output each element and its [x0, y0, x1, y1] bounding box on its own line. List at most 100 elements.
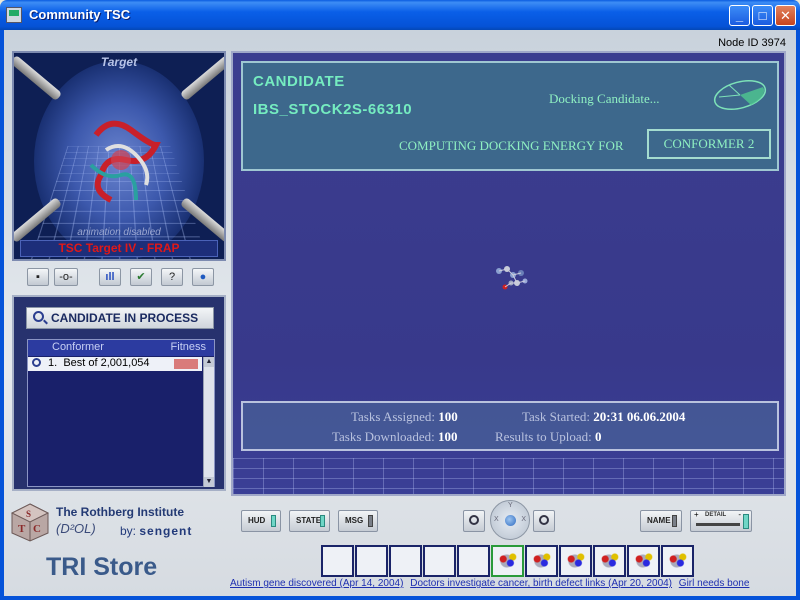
- list-scrollbar[interactable]: ▲ ▼: [203, 357, 214, 487]
- molecule-thumbnail: [564, 551, 588, 571]
- detail-slider[interactable]: + DETAIL -: [690, 510, 752, 532]
- zoom-in-button[interactable]: [463, 510, 485, 532]
- computing-label: COMPUTING DOCKING ENERGY FOR: [399, 138, 624, 153]
- scroll-down-icon[interactable]: ▼: [204, 477, 214, 487]
- svg-text:S: S: [26, 509, 31, 519]
- list-item[interactable]: 1. Best of 2,001,054: [28, 357, 202, 371]
- stats-button[interactable]: ıll: [99, 268, 121, 286]
- state-toggle[interactable]: STATE: [289, 510, 330, 532]
- title-bar: Community TSC _ □ ✕: [0, 0, 800, 30]
- name-led-icon: [672, 515, 677, 527]
- hud-led-icon: [271, 515, 276, 527]
- thumbnail-slot[interactable]: [525, 545, 558, 577]
- news-ticker: Autism gene discovered (Apr 14, 2004) Do…: [230, 578, 790, 589]
- target-name: TSC Target IV - FRAP: [20, 240, 218, 257]
- maximize-button[interactable]: □: [752, 5, 773, 26]
- row-rank: 1.: [48, 357, 58, 369]
- tasks-downloaded-label: Tasks Downloaded:: [332, 429, 435, 444]
- tasks-assigned-value: 100: [438, 409, 458, 424]
- msg-led-icon: [368, 515, 373, 527]
- animation-note: animation disabled: [77, 227, 161, 238]
- zoom-out-button[interactable]: [533, 510, 555, 532]
- navigation-ball[interactable]: Y X X: [490, 500, 530, 540]
- svg-text:T: T: [18, 523, 26, 535]
- conformer-box: CONFORMER 2: [647, 129, 771, 159]
- target-panel: Target animation disabled TSC Target IV …: [12, 51, 226, 261]
- task-started-label: Task Started:: [522, 409, 591, 424]
- docking-viewport[interactable]: CANDIDATE IBS_STOCK2S-66310 Docking Cand…: [231, 51, 786, 496]
- thumbnail-slot[interactable]: [593, 545, 626, 577]
- close-button[interactable]: ✕: [775, 5, 796, 26]
- msg-toggle[interactable]: MSG: [338, 510, 378, 532]
- d2ol-label: (D²OL): [56, 521, 96, 536]
- thumbnail-slot[interactable]: [355, 545, 388, 577]
- sengent-logo: sengent: [139, 524, 193, 538]
- conformer-list-header: Conformer Fitness: [28, 340, 214, 356]
- state-toggle-label: STATE: [296, 516, 322, 525]
- news-link[interactable]: Doctors investigate cancer, birth defect…: [410, 578, 672, 589]
- candidate-panel-title: CANDIDATE IN PROCESS: [51, 311, 199, 325]
- thumbnail-slot[interactable]: [559, 545, 592, 577]
- name-toggle-label: NAME: [647, 516, 671, 525]
- thumbnail-slot[interactable]: [457, 545, 490, 577]
- stop-button[interactable]: ▪: [27, 268, 49, 286]
- task-stats-hud: Tasks Assigned: 100 Tasks Downloaded: 10…: [241, 401, 779, 451]
- stats-icon: ıll: [105, 271, 115, 283]
- thumbnail-slot[interactable]: [423, 545, 456, 577]
- molecule-thumbnail: [530, 551, 554, 571]
- thumbnail-slot-active[interactable]: [491, 545, 524, 577]
- candidate-molecule: [496, 266, 528, 290]
- tri-store-link[interactable]: TRI Store: [46, 553, 157, 582]
- search-icon: [33, 311, 44, 322]
- detail-thumb[interactable]: [743, 514, 749, 529]
- detail-minus: -: [738, 510, 741, 519]
- conformer-list[interactable]: Conformer Fitness 1. Best of 2,001,054 ▲…: [27, 339, 215, 487]
- stop-icon: ▪: [36, 271, 40, 283]
- target-title: Target: [100, 55, 138, 69]
- detail-label: DETAIL: [705, 512, 727, 518]
- thumbnail-slot[interactable]: [321, 545, 354, 577]
- docking-progress-icon: [713, 80, 767, 110]
- molecule-thumbnail: [496, 551, 520, 571]
- nav-y-label: Y: [508, 502, 513, 509]
- name-toggle[interactable]: NAME: [640, 510, 682, 532]
- minimize-button[interactable]: _: [729, 5, 750, 26]
- docking-status: Docking Candidate...: [549, 91, 660, 106]
- help-button[interactable]: ?: [161, 268, 183, 286]
- nav-center-icon[interactable]: [505, 515, 516, 526]
- search-icon: [32, 358, 41, 367]
- news-link[interactable]: Autism gene discovered (Apr 14, 2004): [230, 578, 403, 589]
- state-led-icon: [320, 515, 325, 527]
- column-fitness: Fitness: [170, 341, 206, 353]
- node-id: Node ID 3974: [718, 37, 786, 49]
- viewport-floor: [233, 458, 784, 494]
- check-icon: ✔: [136, 271, 146, 283]
- hud-toggle[interactable]: HUD: [241, 510, 281, 532]
- scroll-up-icon[interactable]: ▲: [204, 357, 214, 367]
- thumbnail-slot[interactable]: [627, 545, 660, 577]
- connect-button[interactable]: -o-: [54, 268, 78, 286]
- task-started-value: 20:31 06.06.2004: [593, 409, 686, 424]
- thumbnail-slot[interactable]: [661, 545, 694, 577]
- candidate-panel-header: CANDIDATE IN PROCESS: [26, 307, 214, 329]
- protein-structure: [89, 120, 161, 203]
- results-upload-value: 0: [595, 429, 602, 444]
- tasks-downloaded-value: 100: [437, 429, 458, 444]
- candidate-id: IBS_STOCK2S-66310: [253, 101, 413, 118]
- help-icon: ?: [168, 271, 176, 283]
- candidate-hud: CANDIDATE IBS_STOCK2S-66310 Docking Cand…: [241, 61, 779, 171]
- results-upload-label: Results to Upload:: [495, 429, 592, 444]
- news-link[interactable]: Girl needs bone: [679, 578, 750, 589]
- zoom-out-icon: [539, 515, 549, 525]
- detail-track: [696, 523, 740, 526]
- institute-name: The Rothberg Institute: [56, 505, 184, 519]
- globe-button[interactable]: ●: [192, 268, 214, 286]
- check-button[interactable]: ✔: [130, 268, 152, 286]
- fitness-bar: [174, 359, 198, 369]
- svg-text:C: C: [33, 523, 41, 535]
- column-conformer: Conformer: [52, 341, 104, 353]
- nav-x-right-label: X: [521, 516, 526, 523]
- thumbnail-slot[interactable]: [389, 545, 422, 577]
- molecule-thumbnail: [598, 551, 622, 571]
- row-label: Best of 2,001,054: [63, 357, 150, 369]
